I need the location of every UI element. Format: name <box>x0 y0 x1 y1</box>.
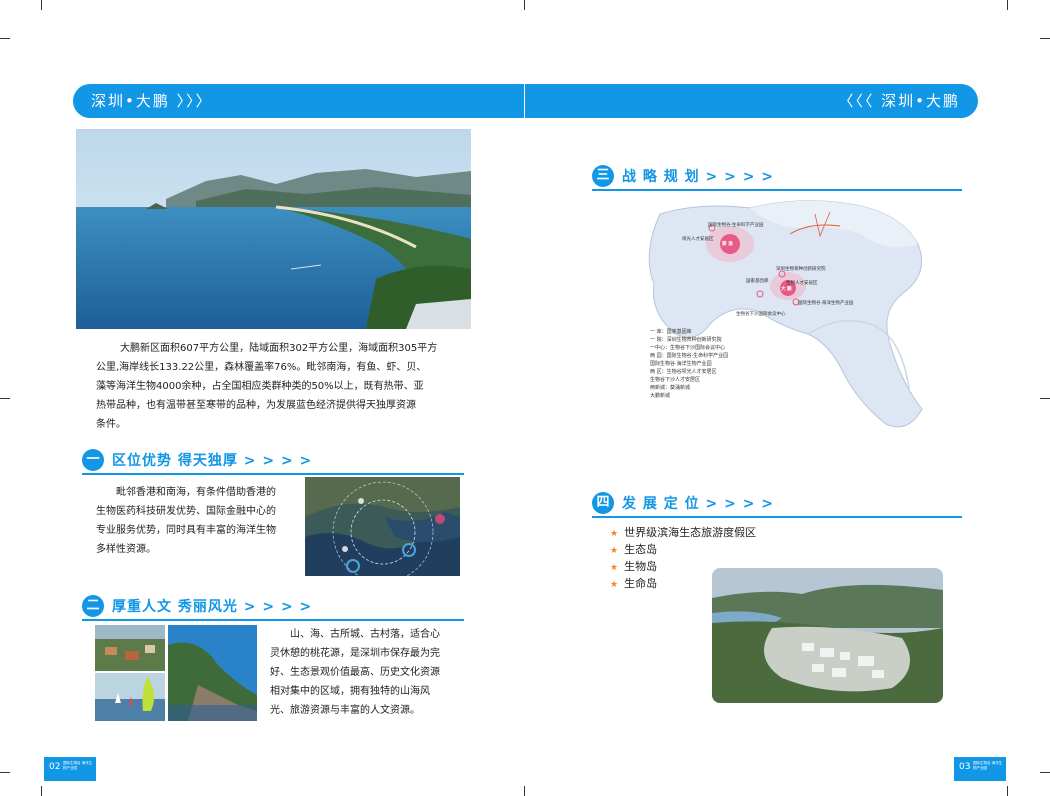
header-title-right: 〈〈〈 深圳•大鹏 <box>838 92 960 110</box>
section-2-line: 光、旅游资源与丰富的人文资源。 <box>270 705 420 716</box>
intro-line: 藻等海洋生物4000余种，占全国相应类群种类的50%以上，既有热带、亚 <box>96 381 424 392</box>
header-title-left: 深圳•大鹏 〉〉〉 <box>91 92 213 110</box>
section-1-line: 多样性资源。 <box>96 544 156 555</box>
crop-mark <box>0 398 10 399</box>
star-icon: ★ <box>610 580 619 590</box>
star-icon: ★ <box>610 546 619 556</box>
intro-line: 条件。 <box>96 419 126 430</box>
section-underline <box>82 473 464 475</box>
section-number: 二 <box>82 595 104 617</box>
page-number: 03 <box>959 762 971 772</box>
page-number-left: 02 国际生物谷 海洋生物产业园 <box>44 757 96 781</box>
strategy-map: 国际生物谷·生命科学产业园 坝光人才安居区 葵 涌 深圳生物育种创新研究院 生物… <box>640 194 940 444</box>
page-number: 02 <box>49 762 61 772</box>
section-number: 一 <box>82 449 104 471</box>
legend-item: 一 库：国家基因库 <box>650 329 692 335</box>
crop-mark <box>41 786 42 796</box>
map-label-gene-bank: 国家基因库 <box>746 279 769 284</box>
section-4-heading: 四 发 展 定 位 > > > > <box>592 492 962 518</box>
section-title: 战 略 规 划 > > > > <box>622 169 775 185</box>
section-2-line: 好、生态景观价值最高、历史文化资源 <box>270 667 440 678</box>
satellite-map-photo <box>305 477 460 576</box>
section-2-line: 山、海、古所城、古村落，适合心 <box>290 629 440 640</box>
intro-line: 热带品种，也有温带甚至寒带的品种，为发展蓝色经济提供得天独厚资源 <box>96 400 416 411</box>
positioning-item-label: 生物岛 <box>624 560 658 573</box>
section-1-heading: 一 区位优势 得天独厚 > > > > <box>82 449 464 475</box>
crop-mark <box>41 0 42 10</box>
footer-label: 国际生物谷 海洋生物产业园 <box>973 761 1003 770</box>
map-label-kuichong: 葵 涌 <box>722 242 733 247</box>
legend-item: 两 区：生物谷坝光人才安居区 <box>650 369 717 375</box>
section-number: 四 <box>592 492 614 514</box>
positioning-item: ★ 生态岛 <box>610 541 657 557</box>
legend-item: 国际生物谷·海洋生物产业园 <box>650 361 712 367</box>
map-label-marine-park: 国际生物谷·海洋生物产业园 <box>798 301 854 306</box>
section-1-text: 毗邻香港和南海，有条件借助香港的 生物医药科技研发优势、国际金融中心的 专业服务… <box>96 483 296 559</box>
star-icon: ★ <box>610 529 619 539</box>
crop-mark <box>1040 772 1050 773</box>
crop-mark <box>524 0 525 10</box>
section-title: 区位优势 得天独厚 > > > > <box>112 453 313 469</box>
legend-item: 两新城：葵涌新城 <box>650 385 691 391</box>
crop-mark <box>0 772 10 773</box>
crop-mark <box>1007 786 1008 796</box>
coast-photo <box>76 129 471 329</box>
crop-mark <box>1007 0 1008 10</box>
positioning-item-label: 生态岛 <box>624 543 658 556</box>
section-underline <box>82 619 464 621</box>
map-label-research: 深圳生物育种创新研究院 <box>776 267 826 272</box>
footer-label: 国际生物谷 海洋生物产业园 <box>63 761 93 770</box>
positioning-item: ★ 生命岛 <box>610 575 657 591</box>
crop-mark <box>1040 38 1050 39</box>
aerial-render-photo <box>712 568 943 703</box>
map-label-dapeng: 大 鹏 <box>781 287 792 292</box>
page-number-right: 03 国际生物谷 海洋生物产业园 <box>954 757 1006 781</box>
header-bar-left: 深圳•大鹏 〉〉〉 <box>73 84 524 118</box>
section-2-line: 灵休憩的桃花源，是深圳市保存最为完 <box>270 648 440 659</box>
legend-item: 大鹏新城 <box>650 393 671 399</box>
legend-item: 一中心：生物谷下沙国际会议中心 <box>650 345 726 351</box>
map-label-center: 生物谷下沙国际会议中心 <box>736 312 786 317</box>
crop-mark <box>1040 398 1050 399</box>
map-legend: 一 库：国家基因库 一 院：深圳生物育种创新研究院 一中心：生物谷下沙国际会议中… <box>650 328 728 400</box>
section-title: 发 展 定 位 > > > > <box>622 496 775 512</box>
crop-mark <box>0 38 10 39</box>
legend-item: 生物谷下沙人才安居区 <box>650 377 701 383</box>
intro-line: 公里,海岸线长133.22公里，森林覆盖率76%。毗邻南海，有鱼、虾、贝、 <box>96 362 427 373</box>
map-label-biotech-park: 国际生物谷·生命科学产业园 <box>708 223 764 228</box>
crop-mark <box>524 786 525 796</box>
rocky-coast-photo <box>168 625 257 721</box>
legend-item: 两 园：国际生物谷·生命科学产业园 <box>650 353 729 359</box>
section-1-line: 毗邻香港和南海，有条件借助香港的 <box>116 487 276 498</box>
section-underline <box>592 189 962 191</box>
section-number: 三 <box>592 165 614 187</box>
section-underline <box>592 516 962 518</box>
positioning-item-label: 生命岛 <box>624 577 658 590</box>
header-bar-right: 〈〈〈 深圳•大鹏 <box>525 84 978 118</box>
village-photo <box>95 625 165 671</box>
section-2-line: 相对集中的区域，拥有独特的山海风 <box>270 686 430 697</box>
section-2-text: 山、海、古所城、古村落，适合心 灵休憩的桃花源，是深圳市保存最为完 好、生态景观… <box>270 625 460 720</box>
sailing-photo <box>95 673 165 721</box>
section-1-line: 专业服务优势，同时具有丰富的海洋生物 <box>96 525 276 536</box>
star-icon: ★ <box>610 563 619 573</box>
section-1-line: 生物医药科技研发优势、国际金融中心的 <box>96 506 276 517</box>
positioning-item-label: 世界级滨海生态旅游度假区 <box>624 526 757 539</box>
intro-line: 大鹏新区面积607平方公里，陆域面积302平方公里，海域面积305平方 <box>120 343 438 354</box>
map-label-talent-zone: 坝光人才安居区 <box>682 237 714 242</box>
positioning-item: ★ 世界级滨海生态旅游度假区 <box>610 524 756 540</box>
intro-text: 大鹏新区面积607平方公里，陆域面积302平方公里，海域面积305平方 公里,海… <box>96 339 456 434</box>
positioning-item: ★ 生物岛 <box>610 558 657 574</box>
section-3-heading: 三 战 略 规 划 > > > > <box>592 165 962 191</box>
legend-item: 一 院：深圳生物育种创新研究院 <box>650 337 722 343</box>
section-2-heading: 二 厚重人文 秀丽风光 > > > > <box>82 595 464 621</box>
section-title: 厚重人文 秀丽风光 > > > > <box>112 599 313 615</box>
